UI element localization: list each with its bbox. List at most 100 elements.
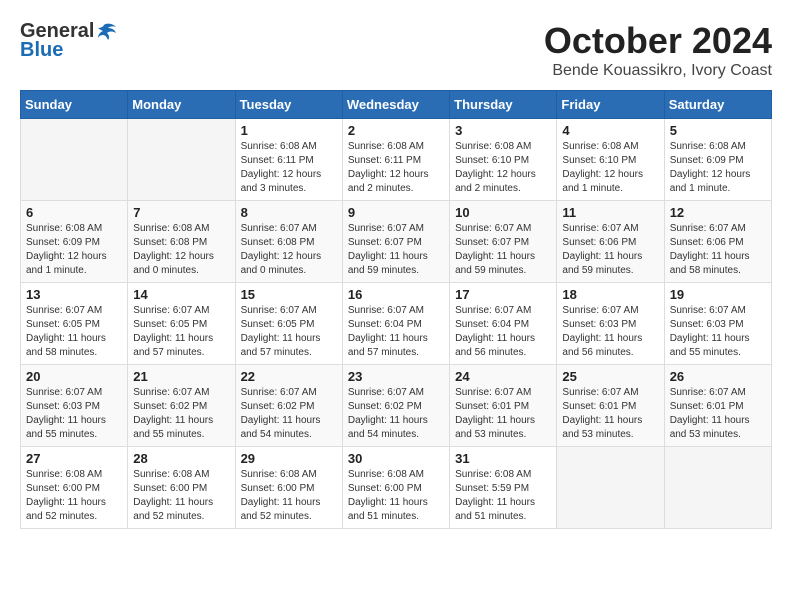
day-number: 22: [241, 369, 337, 384]
calendar-cell: 11 Sunrise: 6:07 AM Sunset: 6:06 PM Dayli…: [557, 201, 664, 283]
calendar-cell: 17 Sunrise: 6:07 AM Sunset: 6:04 PM Dayli…: [450, 283, 557, 365]
page-header: General Blue October 2024 Bende Kouassik…: [20, 20, 772, 80]
calendar-cell: 4 Sunrise: 6:08 AM Sunset: 6:10 PM Daylig…: [557, 119, 664, 201]
calendar-week-row: 13 Sunrise: 6:07 AM Sunset: 6:05 PM Dayli…: [21, 283, 772, 365]
calendar-cell: 15 Sunrise: 6:07 AM Sunset: 6:05 PM Dayli…: [235, 283, 342, 365]
calendar-cell: 5 Sunrise: 6:08 AM Sunset: 6:09 PM Daylig…: [664, 119, 771, 201]
day-number: 15: [241, 287, 337, 302]
location-title: Bende Kouassikro, Ivory Coast: [544, 62, 772, 80]
calendar-cell: [21, 119, 128, 201]
calendar-cell: 28 Sunrise: 6:08 AM Sunset: 6:00 PM Dayli…: [128, 447, 235, 529]
calendar-cell: 27Sunrise: 6:08 AM Sunset: 6:00 PM Dayli…: [21, 447, 128, 529]
logo-blue: Blue: [20, 39, 63, 62]
day-info: Sunrise: 6:07 AM Sunset: 6:03 PM Dayligh…: [26, 386, 122, 442]
calendar-cell: 8 Sunrise: 6:07 AM Sunset: 6:08 PM Daylig…: [235, 201, 342, 283]
day-number: 2: [348, 123, 444, 138]
day-info: Sunrise: 6:07 AM Sunset: 6:04 PM Dayligh…: [348, 304, 444, 360]
day-info: Sunrise: 6:07 AM Sunset: 6:02 PM Dayligh…: [241, 386, 337, 442]
day-number: 21: [133, 369, 229, 384]
calendar-cell: 26Sunrise: 6:07 AM Sunset: 6:01 PM Dayli…: [664, 365, 771, 447]
day-number: 10: [455, 205, 551, 220]
day-info: Sunrise: 6:07 AM Sunset: 6:03 PM Dayligh…: [562, 304, 658, 360]
day-number: 25: [562, 369, 658, 384]
column-header-saturday: Saturday: [664, 91, 771, 119]
day-info: Sunrise: 6:08 AM Sunset: 6:11 PM Dayligh…: [241, 140, 337, 196]
column-header-monday: Monday: [128, 91, 235, 119]
column-header-wednesday: Wednesday: [342, 91, 449, 119]
day-number: 19: [670, 287, 766, 302]
day-number: 13: [26, 287, 122, 302]
calendar-cell: 18 Sunrise: 6:07 AM Sunset: 6:03 PM Dayli…: [557, 283, 664, 365]
day-number: 3: [455, 123, 551, 138]
day-info: Sunrise: 6:08 AM Sunset: 6:09 PM Dayligh…: [26, 222, 122, 278]
logo: General Blue: [20, 20, 118, 62]
day-info: Sunrise: 6:07 AM Sunset: 6:02 PM Dayligh…: [348, 386, 444, 442]
day-info: Sunrise: 6:08 AM Sunset: 6:08 PM Dayligh…: [133, 222, 229, 278]
day-number: 24: [455, 369, 551, 384]
day-info: Sunrise: 6:07 AM Sunset: 6:02 PM Dayligh…: [133, 386, 229, 442]
day-info: Sunrise: 6:07 AM Sunset: 6:05 PM Dayligh…: [133, 304, 229, 360]
day-info: Sunrise: 6:08 AM Sunset: 6:11 PM Dayligh…: [348, 140, 444, 196]
calendar-header-row: SundayMondayTuesdayWednesdayThursdayFrid…: [21, 91, 772, 119]
day-info: Sunrise: 6:07 AM Sunset: 6:01 PM Dayligh…: [455, 386, 551, 442]
calendar-cell: 23 Sunrise: 6:07 AM Sunset: 6:02 PM Dayli…: [342, 365, 449, 447]
day-info: Sunrise: 6:08 AM Sunset: 6:00 PM Dayligh…: [348, 468, 444, 524]
day-number: 30: [348, 451, 444, 466]
calendar-cell: 3 Sunrise: 6:08 AM Sunset: 6:10 PM Daylig…: [450, 119, 557, 201]
day-number: 1: [241, 123, 337, 138]
calendar-cell: 14Sunrise: 6:07 AM Sunset: 6:05 PM Dayli…: [128, 283, 235, 365]
day-number: 8: [241, 205, 337, 220]
day-info: Sunrise: 6:08 AM Sunset: 6:09 PM Dayligh…: [670, 140, 766, 196]
day-info: Sunrise: 6:07 AM Sunset: 6:08 PM Dayligh…: [241, 222, 337, 278]
day-info: Sunrise: 6:08 AM Sunset: 6:00 PM Dayligh…: [133, 468, 229, 524]
calendar-cell: 19 Sunrise: 6:07 AM Sunset: 6:03 PM Dayli…: [664, 283, 771, 365]
day-info: Sunrise: 6:08 AM Sunset: 6:10 PM Dayligh…: [455, 140, 551, 196]
day-number: 9: [348, 205, 444, 220]
day-number: 20: [26, 369, 122, 384]
day-info: Sunrise: 6:07 AM Sunset: 6:04 PM Dayligh…: [455, 304, 551, 360]
day-number: 29: [241, 451, 337, 466]
day-number: 7: [133, 205, 229, 220]
calendar-cell: 30 Sunrise: 6:08 AM Sunset: 6:00 PM Dayli…: [342, 447, 449, 529]
day-number: 5: [670, 123, 766, 138]
logo-bird-icon: [96, 23, 118, 41]
day-number: 12: [670, 205, 766, 220]
day-info: Sunrise: 6:07 AM Sunset: 6:01 PM Dayligh…: [562, 386, 658, 442]
calendar-cell: 9Sunrise: 6:07 AM Sunset: 6:07 PM Daylig…: [342, 201, 449, 283]
day-info: Sunrise: 6:07 AM Sunset: 6:03 PM Dayligh…: [670, 304, 766, 360]
calendar-cell: 7 Sunrise: 6:08 AM Sunset: 6:08 PM Daylig…: [128, 201, 235, 283]
day-info: Sunrise: 6:07 AM Sunset: 6:01 PM Dayligh…: [670, 386, 766, 442]
calendar-week-row: 27Sunrise: 6:08 AM Sunset: 6:00 PM Dayli…: [21, 447, 772, 529]
day-info: Sunrise: 6:07 AM Sunset: 6:06 PM Dayligh…: [670, 222, 766, 278]
day-info: Sunrise: 6:07 AM Sunset: 6:06 PM Dayligh…: [562, 222, 658, 278]
month-title: October 2024: [544, 20, 772, 62]
day-number: 17: [455, 287, 551, 302]
calendar-cell: 20 Sunrise: 6:07 AM Sunset: 6:03 PM Dayli…: [21, 365, 128, 447]
day-info: Sunrise: 6:08 AM Sunset: 6:10 PM Dayligh…: [562, 140, 658, 196]
calendar-cell: 29Sunrise: 6:08 AM Sunset: 6:00 PM Dayli…: [235, 447, 342, 529]
column-header-tuesday: Tuesday: [235, 91, 342, 119]
calendar-cell: 24 Sunrise: 6:07 AM Sunset: 6:01 PM Dayli…: [450, 365, 557, 447]
calendar-week-row: 20 Sunrise: 6:07 AM Sunset: 6:03 PM Dayli…: [21, 365, 772, 447]
calendar-cell: 25 Sunrise: 6:07 AM Sunset: 6:01 PM Dayli…: [557, 365, 664, 447]
calendar-cell: 10 Sunrise: 6:07 AM Sunset: 6:07 PM Dayli…: [450, 201, 557, 283]
column-header-thursday: Thursday: [450, 91, 557, 119]
calendar-cell: [557, 447, 664, 529]
day-number: 28: [133, 451, 229, 466]
day-number: 16: [348, 287, 444, 302]
column-header-friday: Friday: [557, 91, 664, 119]
day-info: Sunrise: 6:08 AM Sunset: 6:00 PM Dayligh…: [26, 468, 122, 524]
calendar-cell: 2 Sunrise: 6:08 AM Sunset: 6:11 PM Daylig…: [342, 119, 449, 201]
calendar-cell: 1 Sunrise: 6:08 AM Sunset: 6:11 PM Daylig…: [235, 119, 342, 201]
day-number: 4: [562, 123, 658, 138]
day-info: Sunrise: 6:07 AM Sunset: 6:07 PM Dayligh…: [455, 222, 551, 278]
day-number: 23: [348, 369, 444, 384]
column-header-sunday: Sunday: [21, 91, 128, 119]
day-number: 18: [562, 287, 658, 302]
day-number: 11: [562, 205, 658, 220]
day-info: Sunrise: 6:07 AM Sunset: 6:05 PM Dayligh…: [241, 304, 337, 360]
calendar-week-row: 6Sunrise: 6:08 AM Sunset: 6:09 PM Daylig…: [21, 201, 772, 283]
calendar-cell: 12 Sunrise: 6:07 AM Sunset: 6:06 PM Dayli…: [664, 201, 771, 283]
calendar-week-row: 1 Sunrise: 6:08 AM Sunset: 6:11 PM Daylig…: [21, 119, 772, 201]
calendar-cell: [128, 119, 235, 201]
